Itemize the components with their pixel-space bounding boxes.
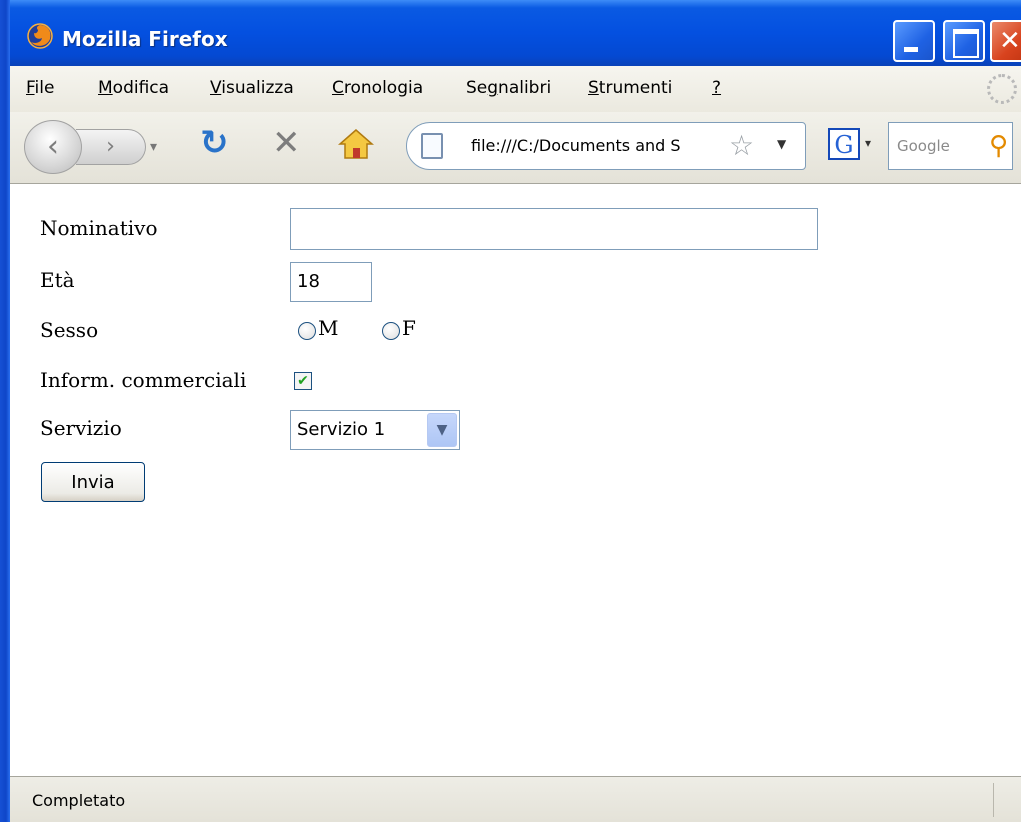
- minimize-button[interactable]: [893, 20, 935, 62]
- search-placeholder: Google: [897, 137, 950, 155]
- menu-file[interactable]: File: [26, 78, 54, 98]
- forward-button[interactable]: ›: [76, 129, 146, 165]
- star-icon[interactable]: ☆: [729, 129, 754, 162]
- service-label: Servizio: [40, 416, 122, 440]
- age-label: Età: [40, 268, 75, 292]
- browser-chrome: File Modifica Visualizza Cronologia Segn…: [10, 66, 1021, 184]
- page-icon: [421, 133, 443, 159]
- menu-visualizza[interactable]: Visualizza: [210, 78, 294, 98]
- sex-radio-f-label: F: [402, 316, 416, 340]
- maximize-button[interactable]: [943, 20, 985, 62]
- menu-help[interactable]: ?: [712, 78, 721, 98]
- address-bar[interactable]: file:///C:/Documents and S ☆ ▼: [406, 122, 806, 170]
- age-input[interactable]: 18: [290, 262, 372, 302]
- forward-icon: ›: [106, 134, 115, 159]
- window-title: Mozilla Firefox: [62, 27, 228, 51]
- service-selected-value: Servizio 1: [297, 419, 386, 440]
- firefox-icon: [27, 23, 53, 49]
- back-icon: ‹: [47, 129, 59, 164]
- navigation-toolbar: › ‹ ▾ ↻ ✕ file:///C:/Documents and S ☆ ▼…: [10, 112, 1021, 184]
- search-icon[interactable]: ⚲: [989, 131, 1008, 161]
- name-input[interactable]: [290, 208, 818, 250]
- menu-segnalibri[interactable]: Segnalibri: [466, 78, 551, 98]
- name-label: Nominativo: [40, 216, 158, 240]
- google-icon: G: [828, 128, 860, 160]
- back-button[interactable]: ‹: [24, 120, 82, 174]
- sex-radio-m[interactable]: [298, 322, 316, 340]
- service-select[interactable]: Servizio 1 ▼: [290, 410, 460, 450]
- stop-icon[interactable]: ✕: [272, 126, 301, 160]
- menu-bar: File Modifica Visualizza Cronologia Segn…: [10, 66, 1021, 112]
- title-bar[interactable]: Mozilla Firefox: [0, 0, 1021, 66]
- browser-window: Mozilla Firefox File Modifica Visualizza…: [0, 0, 1021, 822]
- sex-radio-m-label: M: [318, 316, 339, 340]
- info-checkbox[interactable]: ✔: [294, 372, 312, 390]
- chevron-down-icon[interactable]: ▼: [427, 413, 457, 447]
- status-text: Completato: [32, 791, 126, 810]
- info-label: Inform. commerciali: [40, 368, 247, 392]
- submit-button[interactable]: Invia: [41, 462, 145, 502]
- search-engine-selector[interactable]: G ▾: [825, 122, 881, 170]
- url-dropdown-icon[interactable]: ▼: [777, 137, 786, 151]
- engine-dropdown-icon[interactable]: ▾: [865, 136, 871, 150]
- search-input[interactable]: Google ⚲: [888, 122, 1013, 170]
- window-border: [0, 0, 10, 822]
- resize-grip-icon[interactable]: [993, 783, 1013, 817]
- reload-icon[interactable]: ↻: [200, 126, 229, 160]
- back-forward-group: › ‹ ▾: [24, 120, 164, 174]
- menu-cronologia[interactable]: Cronologia: [332, 78, 423, 98]
- close-button[interactable]: [990, 20, 1021, 62]
- history-dropdown-icon[interactable]: ▾: [150, 129, 170, 165]
- home-icon[interactable]: [336, 124, 376, 164]
- url-text[interactable]: file:///C:/Documents and S: [471, 136, 741, 155]
- menu-modifica[interactable]: Modifica: [98, 78, 169, 98]
- sex-radio-f[interactable]: [382, 322, 400, 340]
- throbber-icon: [987, 74, 1017, 104]
- status-bar: Completato: [10, 776, 1021, 822]
- page-content: Nominativo Età 18 Sesso M F Inform. comm…: [10, 184, 1021, 776]
- checkmark-icon: ✔: [297, 373, 309, 389]
- sex-label: Sesso: [40, 318, 99, 342]
- menu-strumenti[interactable]: Strumenti: [588, 78, 672, 98]
